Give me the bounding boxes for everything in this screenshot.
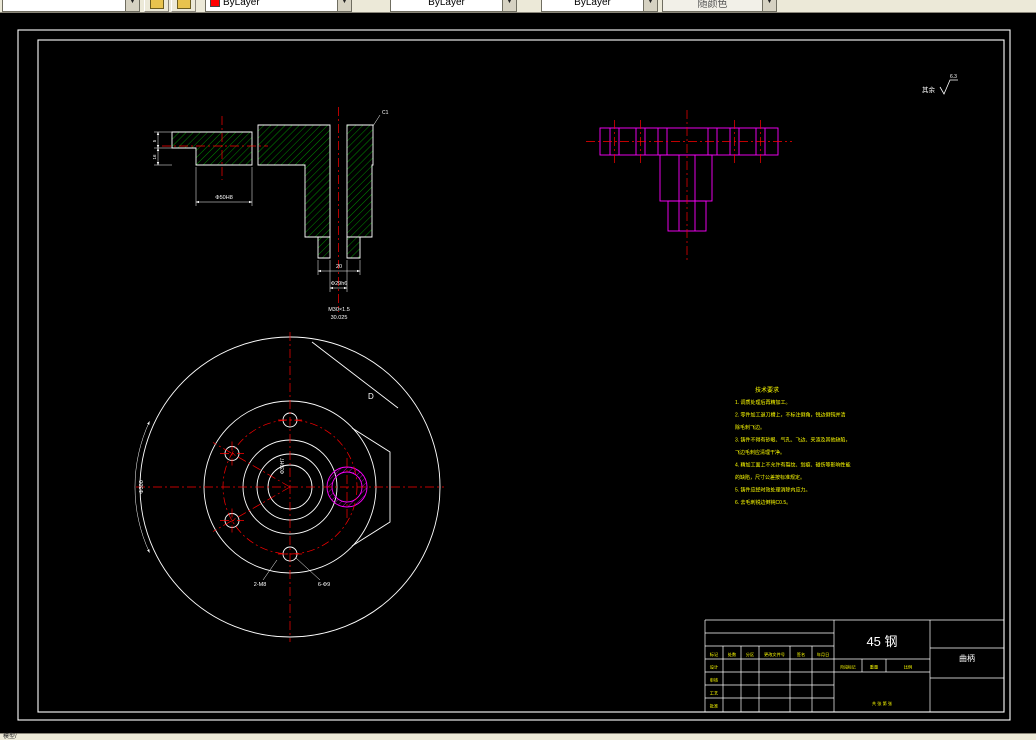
holes-label: 6-Φ9 <box>318 582 330 588</box>
title-block-cell: 重量 <box>870 664 878 671</box>
note-line: 除毛刺飞边。 <box>735 424 765 431</box>
layer-previous-icon <box>176 0 191 9</box>
plotstyle-dropdown: 随颜色 ▼ <box>662 0 777 12</box>
note-line: 5. 铸件应经时效处理消除内应力。 <box>735 487 811 494</box>
title-block-cell: 阶段标记 <box>840 665 855 670</box>
color-swatch <box>210 0 220 7</box>
note-line: 1. 调质处理后再精加工。 <box>735 399 791 406</box>
dim-label: M30×1.5 <box>328 307 350 313</box>
part-name-label: 曲柄 <box>959 653 975 663</box>
title-block-cell: 更改文件号 <box>764 651 785 658</box>
dim-label: 16 <box>152 154 157 160</box>
title-block-cell: 比例 <box>904 664 912 671</box>
dim-label: Φ30H7 <box>280 458 286 474</box>
note-line: 的缺陷，尺寸公差按标准规定。 <box>735 474 805 481</box>
chevron-down-icon[interactable]: ▼ <box>125 0 139 11</box>
note-line: 飞边毛刺应清理干净。 <box>735 449 785 456</box>
model-space: 5 16 Φ50H8 20 Φ29h6 M30×1.5 30.025 C1 Φ3… <box>17 29 1011 721</box>
title-block-cell: 处数 <box>728 651 737 658</box>
sheet-frame <box>17 29 1011 721</box>
title-block-cell: 审核 <box>710 677 719 684</box>
technical-notes: 技术要求 1. 调质处理后再精加工。 2. 零件加工退刀槽上，不标注倒角，锐边倒… <box>735 386 851 506</box>
chevron-down-icon[interactable]: ▼ <box>502 0 516 11</box>
properties-toolbar: ▼ ByLayer ▼ ByLayer ▼ ByLayer ▼ 随颜色 ▼ <box>0 0 1036 13</box>
note-line: 2. 零件加工退刀槽上，不标注倒角，锐边倒钝并清 <box>735 412 846 419</box>
title-block-cell: 签名 <box>797 651 805 658</box>
color-dropdown[interactable]: ByLayer ▼ <box>205 0 352 12</box>
status-bar: 模型/ <box>0 733 1036 740</box>
side-view <box>586 110 792 262</box>
dim-label: 30.025 <box>331 315 348 321</box>
notes-title: 技术要求 <box>755 386 779 394</box>
plotstyle-dropdown-value: 随颜色 <box>697 0 728 10</box>
surface-finish-prefix: 其余 <box>922 85 936 94</box>
linetype-dropdown-value: ByLayer <box>428 0 465 8</box>
lineweight-dropdown-value: ByLayer <box>574 0 611 8</box>
title-block-cell: 年月日 <box>817 651 830 658</box>
holes-label: 2-M8 <box>254 582 267 588</box>
front-view: Φ300 Φ30H7 2-M8 6-Φ9 D <box>134 332 444 642</box>
note-line: 6. 去毛刺锐边倒钝C0.5。 <box>735 499 791 506</box>
note-line: 4. 精加工面上不允许有裂纹、划痕、碰伤等影响性能 <box>735 462 851 469</box>
dim-label: Φ300 <box>139 480 145 494</box>
dim-label: Φ29h6 <box>331 281 348 287</box>
title-block-cell: 设计 <box>710 664 718 671</box>
view-label-d: D <box>368 392 374 401</box>
section-view: 5 16 Φ50H8 20 Φ29h6 M30×1.5 30.025 C1 <box>152 107 389 321</box>
title-block: 标记 处数 分区 更改文件号 签名 年月日 设计 审核 工艺 批准 阶段标记 重… <box>704 619 1004 712</box>
surface-finish-value: 6.3 <box>950 74 957 80</box>
color-dropdown-value: ByLayer <box>223 0 260 8</box>
dim-label: 20 <box>336 264 342 270</box>
title-block-cell: 分区 <box>746 651 754 658</box>
title-block-cell: 工艺 <box>710 691 718 696</box>
dim-label: Φ50H8 <box>215 195 233 201</box>
chevron-down-icon[interactable]: ▼ <box>337 0 351 11</box>
linetype-dropdown[interactable]: ByLayer ▼ <box>390 0 517 12</box>
chevron-down-icon[interactable]: ▼ <box>643 0 657 11</box>
layout-tabs[interactable]: 模型/ <box>3 734 17 740</box>
drawing-canvas[interactable]: 5 16 Φ50H8 20 Φ29h6 M30×1.5 30.025 C1 Φ3… <box>0 12 1036 733</box>
note-line: 3. 铸件不得有砂眼、气孔、飞边、夹渣及其他缺陷， <box>735 437 851 444</box>
chamfer-label: C1 <box>382 110 389 116</box>
title-block-cell: 标记 <box>710 651 719 658</box>
title-block-cell: 共 张 第 张 <box>872 700 893 707</box>
dim-label: 5 <box>152 139 157 142</box>
layer-previous-button[interactable] <box>171 0 196 12</box>
make-object-layer-current-button[interactable] <box>144 0 169 12</box>
lineweight-dropdown[interactable]: ByLayer ▼ <box>541 0 658 12</box>
surface-finish-symbol: 其余 6.3 <box>922 74 958 95</box>
layer-dropdown[interactable]: ▼ <box>2 0 140 12</box>
material-label: 45 钢 <box>866 634 897 649</box>
title-block-cell: 批准 <box>710 703 718 710</box>
chevron-down-icon: ▼ <box>762 0 776 11</box>
layers-icon <box>149 0 164 9</box>
